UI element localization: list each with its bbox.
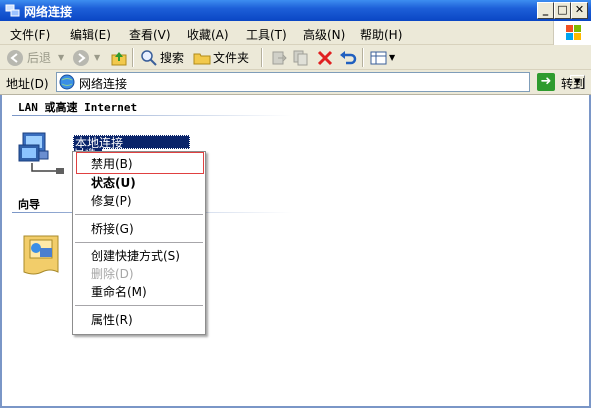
connection-name[interactable]: 本地连接 <box>73 135 190 150</box>
menu-advanced[interactable]: 高级(N) <box>303 26 345 43</box>
menu-item-disable[interactable]: 禁用(B) <box>91 155 133 173</box>
menu-tools[interactable]: 工具(T) <box>246 26 287 43</box>
menu-view[interactable]: 查看(V) <box>129 26 171 43</box>
back-button[interactable]: 后退 <box>27 49 51 67</box>
window-title: 网络连接 <box>24 5 73 19</box>
folders-icon[interactable] <box>193 49 211 67</box>
toolbar-separator <box>261 48 263 67</box>
minimize-button[interactable]: _ <box>537 2 554 19</box>
group-divider <box>12 115 292 116</box>
group-header-lan: LAN 或高速 Internet <box>18 101 138 114</box>
close-button[interactable]: ✕ <box>571 2 588 19</box>
network-wizard-icon[interactable] <box>20 228 64 278</box>
address-label: 地址(D) <box>6 77 49 91</box>
menu-bar: 文件(F) 编辑(E) 查看(V) 收藏(A) 工具(T) 高级(N) 帮助(H… <box>0 21 591 45</box>
context-menu: 禁用(B) 状态(U) 修复(P) 桥接(G) 创建快捷方式(S) 删除(D) … <box>72 151 206 335</box>
up-folder-icon[interactable] <box>110 49 128 67</box>
toolbar: 后退 ▼ ▼ 搜索 文件夹 ▼ <box>0 45 591 70</box>
menu-help[interactable]: 帮助(H) <box>360 26 402 43</box>
views-icon[interactable] <box>370 49 388 67</box>
menu-item-bridge[interactable]: 桥接(G) <box>91 220 134 238</box>
menu-edit[interactable]: 编辑(E) <box>70 26 111 43</box>
menu-item-repair[interactable]: 修复(P) <box>91 192 132 210</box>
network-globe-icon <box>59 74 75 90</box>
maximize-button[interactable]: □ <box>554 2 571 19</box>
menu-item-rename[interactable]: 重命名(M) <box>91 283 147 301</box>
go-arrow-icon: ➜ <box>537 73 555 91</box>
toolbar-separator <box>362 48 364 67</box>
delete-icon[interactable] <box>316 49 334 67</box>
views-dropdown-icon[interactable]: ▼ <box>389 49 395 67</box>
go-button[interactable]: ➜ 转到 <box>537 73 589 92</box>
back-dropdown-icon[interactable]: ▼ <box>58 49 64 67</box>
toolbar-separator <box>132 48 134 67</box>
menu-separator <box>75 305 203 306</box>
menu-item-create-shortcut[interactable]: 创建快捷方式(S) <box>91 247 180 265</box>
network-connection-icon[interactable] <box>16 131 68 177</box>
title-bar: 网络连接 _ □ ✕ <box>0 0 591 21</box>
menu-separator <box>75 242 203 243</box>
search-button[interactable]: 搜索 <box>160 49 184 67</box>
menu-item-delete[interactable]: 删除(D) <box>91 265 134 283</box>
move-to-icon[interactable] <box>270 49 288 67</box>
network-connections-icon <box>5 4 20 17</box>
address-value: 网络连接 <box>79 77 128 91</box>
group-header-wizard: 向导 <box>18 198 40 211</box>
back-arrow-icon[interactable] <box>6 49 24 67</box>
address-field[interactable]: 网络连接 ▼ <box>56 72 585 92</box>
menu-file[interactable]: 文件(F) <box>10 26 50 43</box>
menu-favorites[interactable]: 收藏(A) <box>187 26 229 43</box>
forward-dropdown-icon[interactable]: ▼ <box>94 49 100 67</box>
forward-arrow-icon[interactable] <box>72 49 90 67</box>
address-bar: 地址(D) 网络连接 ▼ ➜ 转到 <box>0 70 591 95</box>
search-icon[interactable] <box>140 49 158 67</box>
menu-separator <box>75 214 203 215</box>
copy-to-icon[interactable] <box>292 49 310 67</box>
go-label: 转到 <box>561 77 586 91</box>
windows-logo-icon <box>553 21 591 45</box>
undo-icon[interactable] <box>339 49 357 67</box>
folders-button[interactable]: 文件夹 <box>213 49 249 67</box>
menu-item-status[interactable]: 状态(U) <box>91 174 136 192</box>
menu-item-properties[interactable]: 属性(R) <box>91 311 133 329</box>
